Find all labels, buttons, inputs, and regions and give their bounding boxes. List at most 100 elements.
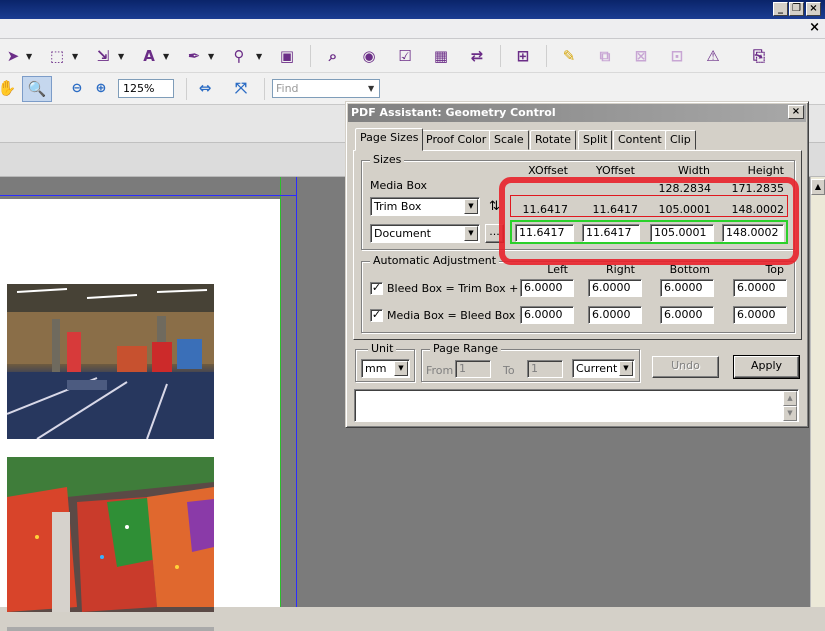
media-box-label: Media Box	[370, 179, 427, 192]
document-select-value: Document	[374, 227, 431, 240]
tab-rotate[interactable]: Rotate	[530, 130, 577, 150]
bleed-top-input[interactable]: 6.0000	[733, 279, 787, 297]
crop-page-icon[interactable]: ▣	[276, 45, 298, 67]
close-button[interactable]: ×	[806, 2, 821, 16]
photo-edge	[7, 627, 214, 631]
bleed-box-checkbox[interactable]: ✓	[370, 282, 383, 295]
zoom-tool-icon[interactable]: 🔍	[22, 76, 52, 102]
tab-content[interactable]: Content	[613, 130, 667, 150]
pen-tool-icon[interactable]: ✒	[183, 45, 205, 67]
chevron-down-icon[interactable]: ▼	[26, 52, 32, 61]
chevron-down-icon[interactable]: ▼	[394, 361, 408, 376]
tab-label: Split	[583, 133, 608, 146]
chevron-down-icon[interactable]: ▼	[619, 361, 633, 376]
fit-width-icon[interactable]: ⇔	[194, 77, 216, 99]
move-page-icon[interactable]: ⇄	[466, 45, 488, 67]
select-arrow-icon[interactable]: ➤	[2, 45, 24, 67]
from-page-input[interactable]: 1	[455, 360, 491, 378]
media-right-input[interactable]: 6.0000	[588, 306, 642, 324]
app-title-bar: _ ❐ ×	[0, 0, 825, 19]
tab-scale[interactable]: Scale	[489, 130, 529, 150]
text-tool-icon[interactable]: A	[138, 45, 160, 67]
tab-split[interactable]: Split	[578, 130, 613, 150]
pin-tool-icon[interactable]: ⚲	[228, 45, 250, 67]
bleed-box-line	[280, 177, 281, 607]
media-bottom-input[interactable]: 6.0000	[660, 306, 714, 324]
find-input[interactable]: Find ▼	[272, 79, 380, 98]
media-box-adjust-label: Media Box = Bleed Box +	[387, 309, 528, 322]
picture-page-icon[interactable]: ▦	[430, 45, 452, 67]
undo-button[interactable]: Undo	[652, 356, 719, 378]
trim-box-select[interactable]: Trim Box ▼	[370, 197, 480, 216]
export-page-icon[interactable]: ⎘	[748, 45, 770, 67]
pdf-page	[0, 199, 281, 631]
tab-label: Rotate	[535, 133, 572, 146]
scroll-down-icon[interactable]: ▼	[783, 406, 797, 421]
tab-label: Proof Color	[426, 133, 487, 146]
zoom-out-icon[interactable]: ⊖	[66, 77, 88, 99]
to-page-input[interactable]: 1	[527, 360, 563, 378]
chevron-down-icon[interactable]: ▼	[368, 80, 374, 97]
message-area[interactable]: ▲ ▼	[354, 389, 799, 422]
media-box-checkbox[interactable]: ✓	[370, 309, 383, 322]
page-action-icon[interactable]: ⧉	[594, 45, 616, 67]
insert-page-icon[interactable]: ⊞	[512, 45, 534, 67]
marquee-select-icon[interactable]: ⬚	[46, 45, 68, 67]
toolbar-separator	[546, 45, 547, 67]
document-select[interactable]: Document ▼	[370, 224, 480, 243]
dialog-title-bar[interactable]: PDF Assistant: Geometry Control ×	[348, 104, 806, 122]
vertical-scrollbar[interactable]: ▲	[810, 177, 825, 607]
apply-button[interactable]: Apply	[733, 355, 800, 379]
gym-photo-image	[7, 284, 214, 439]
minimize-button[interactable]: _	[773, 2, 788, 16]
tab-label: Scale	[494, 133, 524, 146]
toolbar-separator	[500, 45, 501, 67]
check-page-icon[interactable]: ☑	[394, 45, 416, 67]
bleed-right-input[interactable]: 6.0000	[588, 279, 642, 297]
annotation-outline	[499, 177, 799, 265]
pattern-page-icon[interactable]: ⊡	[666, 45, 688, 67]
delete-page-icon[interactable]: ⊠	[630, 45, 652, 67]
zoom-level-select[interactable]: 125% ▼	[118, 79, 289, 98]
unit-group-label: Unit	[368, 342, 397, 355]
tab-proof-color[interactable]: Proof Color	[421, 130, 492, 150]
header-height: Height	[747, 164, 784, 177]
restore-button[interactable]: ❐	[789, 2, 804, 16]
bleed-bottom-input[interactable]: 6.0000	[660, 279, 714, 297]
document-close-icon[interactable]: ×	[809, 20, 820, 35]
chevron-down-icon[interactable]: ▼	[163, 52, 169, 61]
chevron-down-icon[interactable]: ▼	[118, 52, 124, 61]
scroll-up-icon[interactable]: ▲	[783, 391, 797, 406]
chevron-down-icon[interactable]: ▼	[72, 52, 78, 61]
image-page-icon[interactable]: ◉	[358, 45, 380, 67]
chevron-down-icon[interactable]: ▼	[464, 226, 478, 241]
chevron-down-icon[interactable]: ▼	[464, 199, 478, 214]
media-top-input[interactable]: 6.0000	[733, 306, 787, 324]
warning-page-icon[interactable]: ⚠	[702, 45, 724, 67]
gym-photo	[7, 284, 214, 439]
trim-box-line	[0, 195, 297, 196]
zoom-page-icon[interactable]: ⌕	[322, 45, 344, 67]
tab-clip[interactable]: Clip	[665, 130, 696, 150]
toolbar-separator	[310, 45, 311, 67]
zoom-in-icon[interactable]: ⊕	[90, 77, 112, 99]
dialog-close-icon[interactable]: ×	[788, 105, 804, 119]
chevron-down-icon[interactable]: ▼	[208, 52, 214, 61]
bleed-left-input[interactable]: 6.0000	[520, 279, 574, 297]
chevron-down-icon[interactable]: ▼	[256, 52, 262, 61]
tab-page-sizes[interactable]: Page Sizes	[355, 128, 424, 151]
page-range-mode-select[interactable]: Current ▼	[572, 359, 635, 378]
dialog-title: PDF Assistant: Geometry Control	[351, 106, 556, 119]
object-select-icon[interactable]: ⇲	[92, 45, 114, 67]
fit-page-icon[interactable]: ⤧	[230, 77, 252, 99]
to-label: To	[503, 364, 515, 377]
note-page-icon[interactable]: ✎	[558, 45, 580, 67]
page-range-mode-value: Current	[576, 362, 618, 375]
hand-tool-icon[interactable]: ✋	[0, 77, 18, 99]
bleed-box-label: Bleed Box = Trim Box +	[387, 282, 519, 295]
climbing-wall-image	[7, 457, 214, 612]
unit-select[interactable]: mm ▼	[361, 359, 410, 378]
media-left-input[interactable]: 6.0000	[520, 306, 574, 324]
page-range-group-label: Page Range	[430, 342, 501, 355]
scroll-up-icon[interactable]: ▲	[811, 179, 825, 195]
